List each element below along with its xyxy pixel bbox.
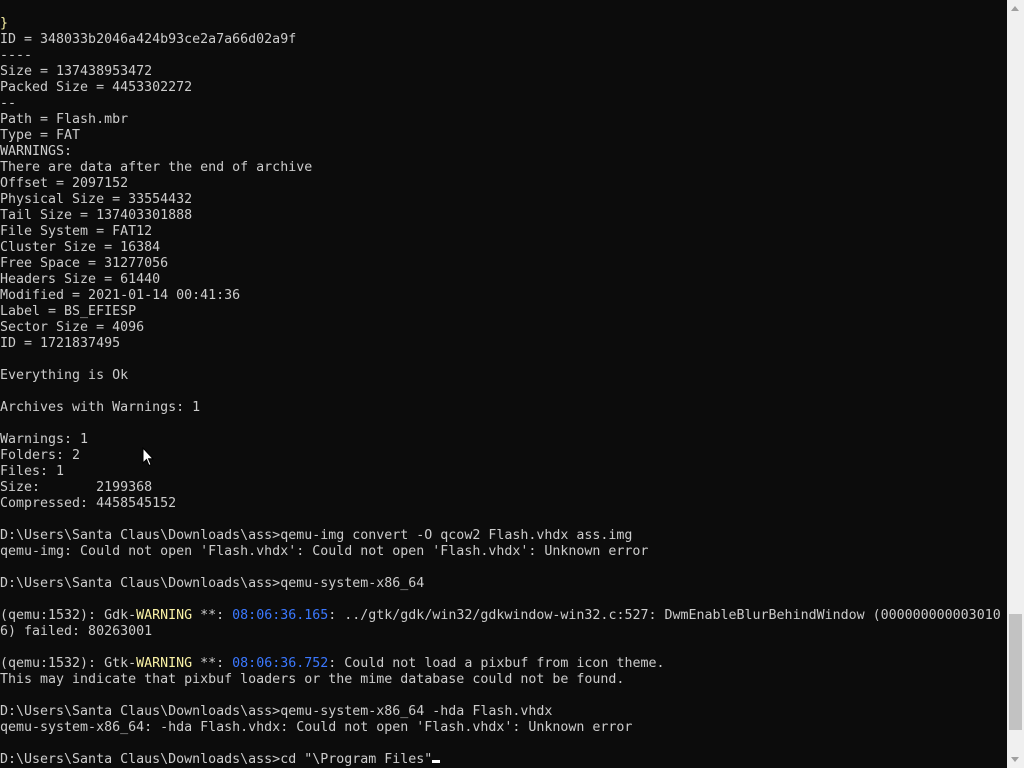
- console-line: Headers Size = 61440: [0, 272, 1008, 288]
- console-text: Cluster Size = 16384: [0, 240, 161, 255]
- console-line: There are data after the end of archive: [0, 160, 1008, 176]
- console-line: D:\Users\Santa Claus\Downloads\ass>qemu-…: [0, 576, 1008, 592]
- arrow-up-icon[interactable]: [1011, 6, 1019, 11]
- console-line: Size = 137438953472: [0, 64, 1008, 80]
- console-line: Everything is Ok: [0, 368, 1008, 384]
- arrow-down-icon[interactable]: [1011, 757, 1019, 762]
- console-line: WARNINGS:: [0, 144, 1008, 160]
- console-text: D:\Users\Santa Claus\Downloads\ass>cd "\…: [0, 752, 433, 767]
- console-line: }: [0, 16, 1008, 32]
- console-line: D:\Users\Santa Claus\Downloads\ass>qemu-…: [0, 528, 1008, 544]
- console-text: Type = FAT: [0, 128, 81, 143]
- console-line: D:\Users\Santa Claus\Downloads\ass>qemu-…: [0, 704, 1008, 720]
- text-cursor: [432, 760, 441, 763]
- console-text: ID = 348033b2046a424b93ce2a7a66d02a9f: [0, 32, 297, 47]
- console-line: 6) failed: 80263001: [0, 624, 1008, 640]
- console-line: Archives with Warnings: 1: [0, 400, 1008, 416]
- console-line: Cluster Size = 16384: [0, 240, 1008, 256]
- console-text: : Could not load a pixbuf from icon them…: [328, 656, 665, 671]
- console-line: Tail Size = 137403301888: [0, 208, 1008, 224]
- mouse-pointer-icon: [142, 446, 155, 472]
- console-line: File System = FAT12: [0, 224, 1008, 240]
- console-text: 08:06:36.165: [232, 608, 329, 623]
- console-text: This may indicate that pixbuf loaders or…: [0, 672, 625, 687]
- console-line: (qemu:1532): Gtk-WARNING **: 08:06:36.75…: [0, 656, 1008, 672]
- console-text: Free Space = 31277056: [0, 256, 169, 271]
- console-line: ----: [0, 48, 1008, 64]
- console-text: Modified = 2021-01-14 00:41:36: [0, 288, 241, 303]
- console-line: Packed Size = 4453302272: [0, 80, 1008, 96]
- console-text: WARNING: [136, 656, 193, 671]
- console-text: Tail Size = 137403301888: [0, 208, 193, 223]
- console-line: (qemu:1532): Gdk-WARNING **: 08:06:36.16…: [0, 608, 1008, 624]
- console-text: WARNING: [136, 608, 193, 623]
- console-line: Compressed: 4458545152: [0, 496, 1008, 512]
- console-line: Label = BS_EFIESP: [0, 304, 1008, 320]
- console-text: Folders: 2: [0, 448, 81, 463]
- console-text: Warnings: 1: [0, 432, 89, 447]
- console-line: Physical Size = 33554432: [0, 192, 1008, 208]
- console-text: Files: 1: [0, 464, 65, 479]
- console-text: There are data after the end of archive: [0, 160, 313, 175]
- console-line: Sector Size = 4096: [0, 320, 1008, 336]
- console-text: D:\Users\Santa Claus\Downloads\ass>qemu-…: [0, 576, 425, 591]
- console-text: Label = BS_EFIESP: [0, 304, 137, 319]
- console-line: --: [0, 96, 1008, 112]
- console-line: This may indicate that pixbuf loaders or…: [0, 672, 1008, 688]
- vertical-scrollbar[interactable]: [1007, 0, 1024, 768]
- console-text: qemu-img: Could not open 'Flash.vhdx': C…: [0, 544, 649, 559]
- console-text: WARNINGS:: [0, 144, 73, 159]
- console-line: qemu-img: Could not open 'Flash.vhdx': C…: [0, 544, 1008, 560]
- console-text: ----: [0, 48, 33, 63]
- console-text: **:: [192, 608, 233, 623]
- console-text: Offset = 2097152: [0, 176, 129, 191]
- console-text: Compressed: 4458545152: [0, 496, 177, 511]
- console-text: Everything is Ok: [0, 368, 129, 383]
- console-text: : ../gtk/gdk/win32/gdkwindow-win32.c:527…: [328, 608, 1001, 623]
- console-output[interactable]: } ID = 348033b2046a424b93ce2a7a66d02a9f --…: [0, 16, 1008, 768]
- console-line: ID = 348033b2046a424b93ce2a7a66d02a9f: [0, 32, 1008, 48]
- console-line: Type = FAT: [0, 128, 1008, 144]
- console-text: D:\Users\Santa Claus\Downloads\ass>qemu-…: [0, 704, 553, 719]
- console-text: Sector Size = 4096: [0, 320, 145, 335]
- console-text: (qemu:1532): Gdk-: [0, 608, 137, 623]
- console-line: Warnings: 1: [0, 432, 1008, 448]
- console-text: Packed Size = 4453302272: [0, 80, 193, 95]
- console-text: --: [0, 96, 17, 111]
- console-line: Modified = 2021-01-14 00:41:36: [0, 288, 1008, 304]
- console-line: qemu-system-x86_64: -hda Flash.vhdx: Cou…: [0, 720, 1008, 736]
- console-line: Offset = 2097152: [0, 176, 1008, 192]
- console-line: Size: 2199368: [0, 480, 1008, 496]
- console-text: }: [0, 16, 9, 31]
- console-text: File System = FAT12: [0, 224, 153, 239]
- console-text: Size: 2199368: [0, 480, 153, 495]
- console-line: ID = 1721837495: [0, 336, 1008, 352]
- console-text: ID = 1721837495: [0, 336, 121, 351]
- console-text: Physical Size = 33554432: [0, 192, 193, 207]
- console-line: Free Space = 31277056: [0, 256, 1008, 272]
- console-text: Archives with Warnings: 1: [0, 400, 201, 415]
- console-text: (qemu:1532): Gtk-: [0, 656, 137, 671]
- console-text: 6) failed: 80263001: [0, 624, 153, 639]
- console-line: D:\Users\Santa Claus\Downloads\ass>cd "\…: [0, 752, 1008, 768]
- console-text: 08:06:36.752: [232, 656, 329, 671]
- console-text: **:: [192, 656, 233, 671]
- console-text: Headers Size = 61440: [0, 272, 161, 287]
- console-text: qemu-system-x86_64: -hda Flash.vhdx: Cou…: [0, 720, 633, 735]
- scrollbar-thumb[interactable]: [1009, 614, 1022, 730]
- console-line: Path = Flash.mbr: [0, 112, 1008, 128]
- console-text: Size = 137438953472: [0, 64, 153, 79]
- console-text: D:\Users\Santa Claus\Downloads\ass>qemu-…: [0, 528, 633, 543]
- console-text: Path = Flash.mbr: [0, 112, 129, 127]
